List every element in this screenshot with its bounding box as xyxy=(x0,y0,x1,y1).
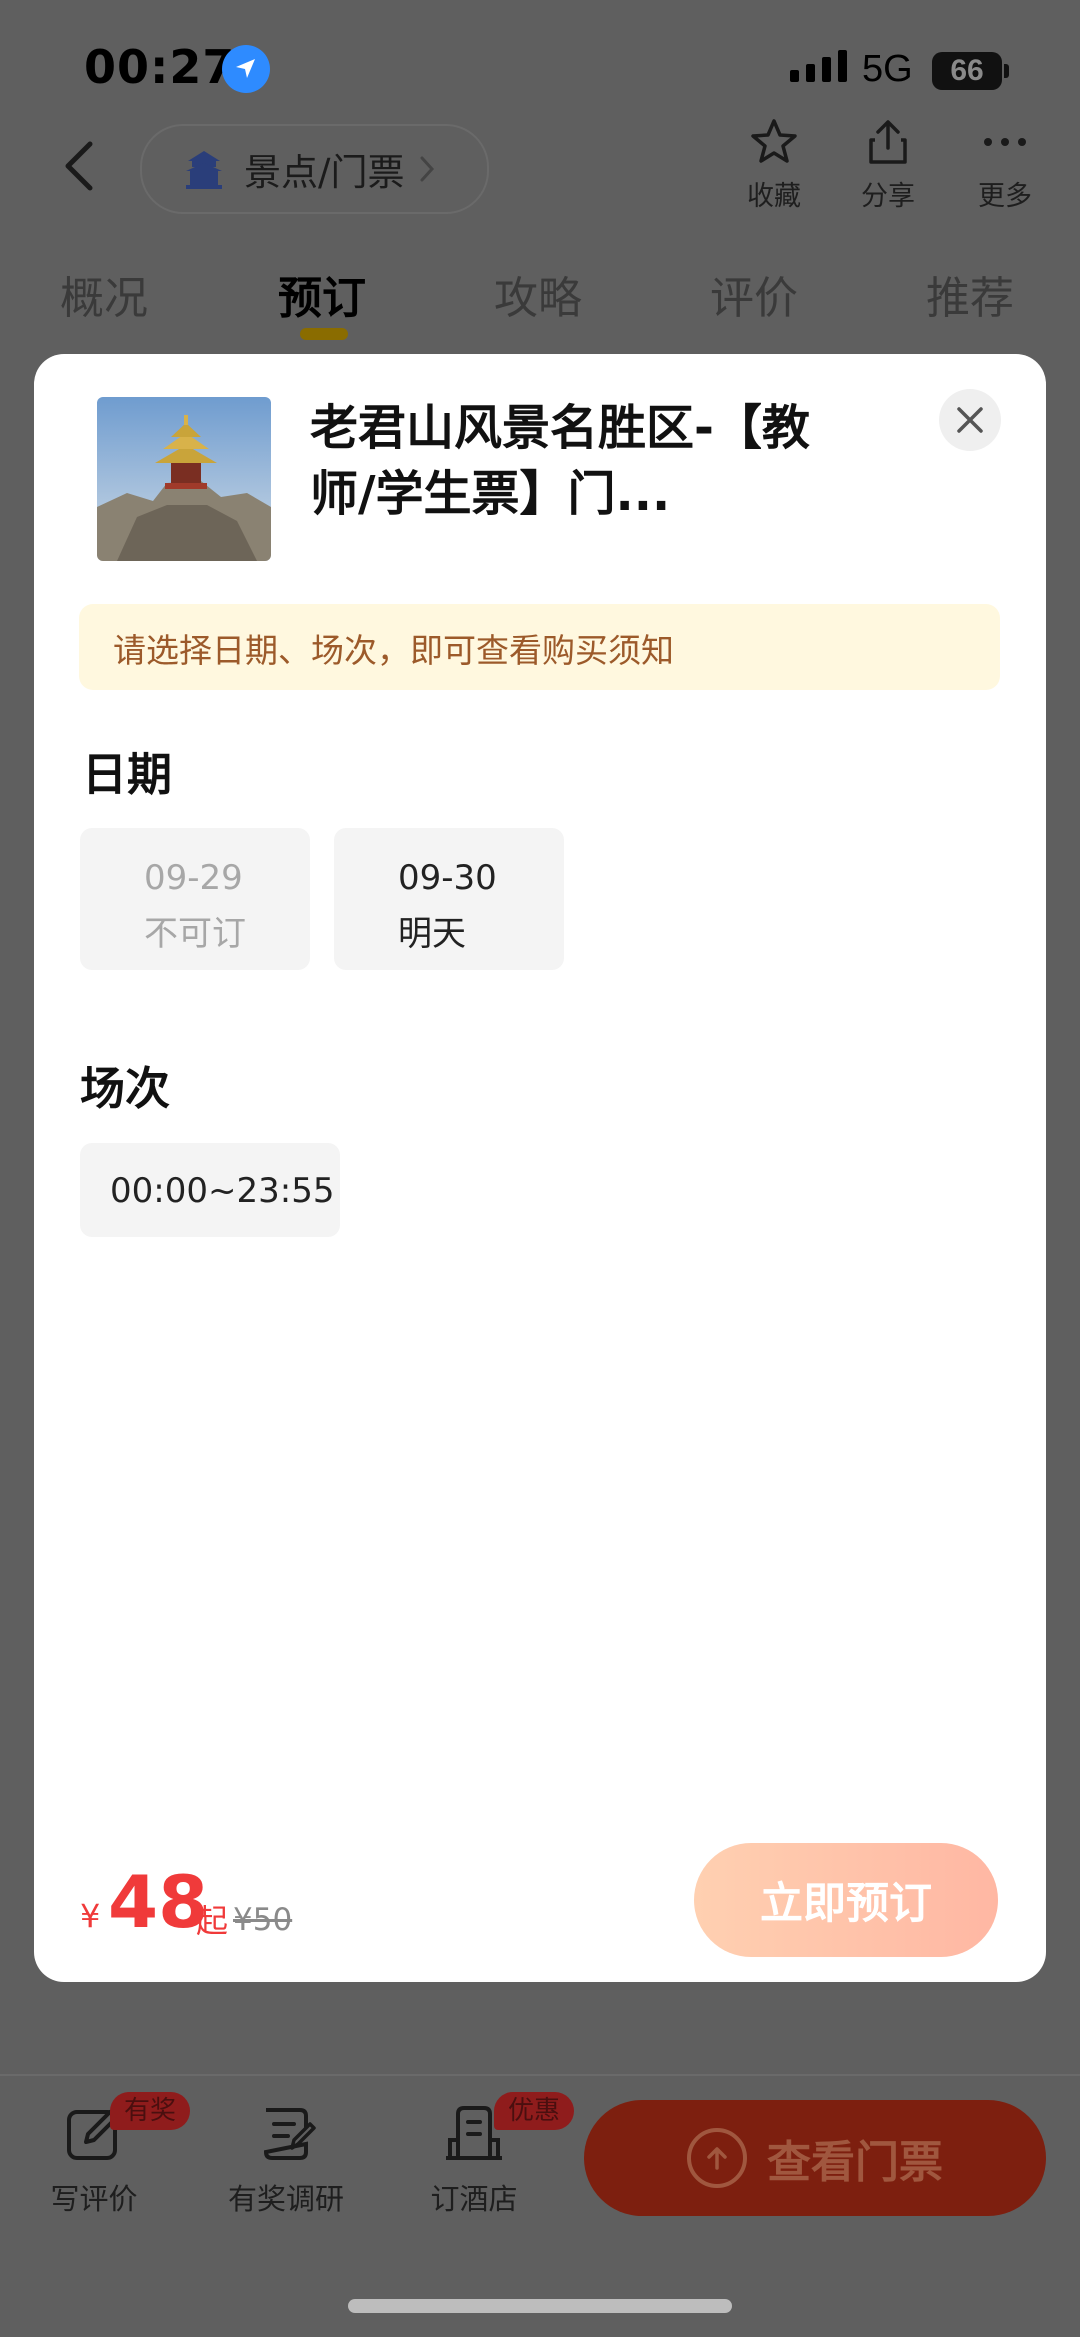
tab-reviews[interactable]: 评价 xyxy=(710,262,798,326)
more-icon xyxy=(984,138,1026,146)
battery-icon: 66 xyxy=(932,52,1002,90)
star-icon xyxy=(751,119,797,163)
date-option-date: 09-30 xyxy=(398,858,497,898)
more-label: 更多 xyxy=(978,181,1032,212)
write-review-label: 写评价 xyxy=(50,2182,138,2216)
signal-icon xyxy=(790,50,847,82)
network-label: 5G xyxy=(862,48,913,90)
bottom-bar-divider xyxy=(0,2074,1080,2076)
session-time: 00:00~23:55 xyxy=(110,1171,335,1211)
reward-badge: 有奖 xyxy=(110,2092,191,2130)
price-currency: ¥ xyxy=(80,1897,101,1935)
breadcrumb[interactable]: 景点/门票 xyxy=(140,124,489,214)
tab-guides[interactable]: 攻略 xyxy=(494,262,582,326)
book-hotel-label: 订酒店 xyxy=(430,2182,518,2216)
temple-icon xyxy=(186,151,222,189)
discount-badge: 优惠 xyxy=(494,2092,575,2130)
survey-label: 有奖调研 xyxy=(227,2182,344,2216)
date-option[interactable]: 09-30 明天 xyxy=(334,828,564,970)
status-time: 00:27 xyxy=(84,40,236,94)
share-icon xyxy=(869,120,907,164)
share-button[interactable]: 分享 xyxy=(838,118,938,213)
date-option-status: 不可订 xyxy=(144,914,246,954)
favorite-label: 收藏 xyxy=(747,181,801,212)
tab-indicator xyxy=(300,328,348,340)
tab-recommend[interactable]: 推荐 xyxy=(926,262,1014,326)
session-option[interactable]: 00:00~23:55 xyxy=(80,1143,340,1237)
more-button[interactable]: 更多 xyxy=(955,118,1055,213)
survey-button[interactable]: 有奖调研 xyxy=(226,2104,346,2218)
attraction-title: 老君山风景名胜区-【教师/学生票】门... xyxy=(310,400,810,522)
chevron-right-icon xyxy=(420,156,435,182)
view-tickets-label: 查看门票 xyxy=(767,2137,943,2188)
date-section-title: 日期 xyxy=(82,748,173,801)
back-button[interactable] xyxy=(60,140,100,192)
close-icon xyxy=(957,407,983,433)
home-indicator xyxy=(348,2299,732,2313)
session-section-title: 场次 xyxy=(80,1062,171,1115)
attraction-thumbnail xyxy=(97,397,271,561)
battery-tip xyxy=(1004,64,1009,78)
price-value: 48 xyxy=(108,1860,209,1944)
survey-icon xyxy=(263,2108,316,2160)
price-suffix: 起 xyxy=(196,1902,229,1940)
book-now-button[interactable]: 立即预订 xyxy=(694,1843,998,1957)
notice-banner: 请选择日期、场次，即可查看购买须知 xyxy=(79,604,1000,690)
notice-text: 请选择日期、场次，即可查看购买须知 xyxy=(113,631,674,670)
tab-booking[interactable]: 预订 xyxy=(278,262,366,326)
date-option-disabled[interactable]: 09-29 不可订 xyxy=(80,828,310,970)
date-option-label: 明天 xyxy=(398,914,466,954)
share-label: 分享 xyxy=(861,181,915,212)
breadcrumb-label: 景点/门票 xyxy=(244,151,405,194)
original-price: ¥50 xyxy=(233,1902,293,1938)
view-tickets-button[interactable]: 查看门票 xyxy=(584,2100,1046,2216)
date-option-date: 09-29 xyxy=(144,858,243,898)
close-button[interactable] xyxy=(939,389,1001,451)
favorite-button[interactable]: 收藏 xyxy=(724,118,824,213)
tab-overview[interactable]: 概况 xyxy=(60,262,148,326)
arrow-up-icon xyxy=(687,2128,747,2188)
location-icon xyxy=(222,45,270,93)
